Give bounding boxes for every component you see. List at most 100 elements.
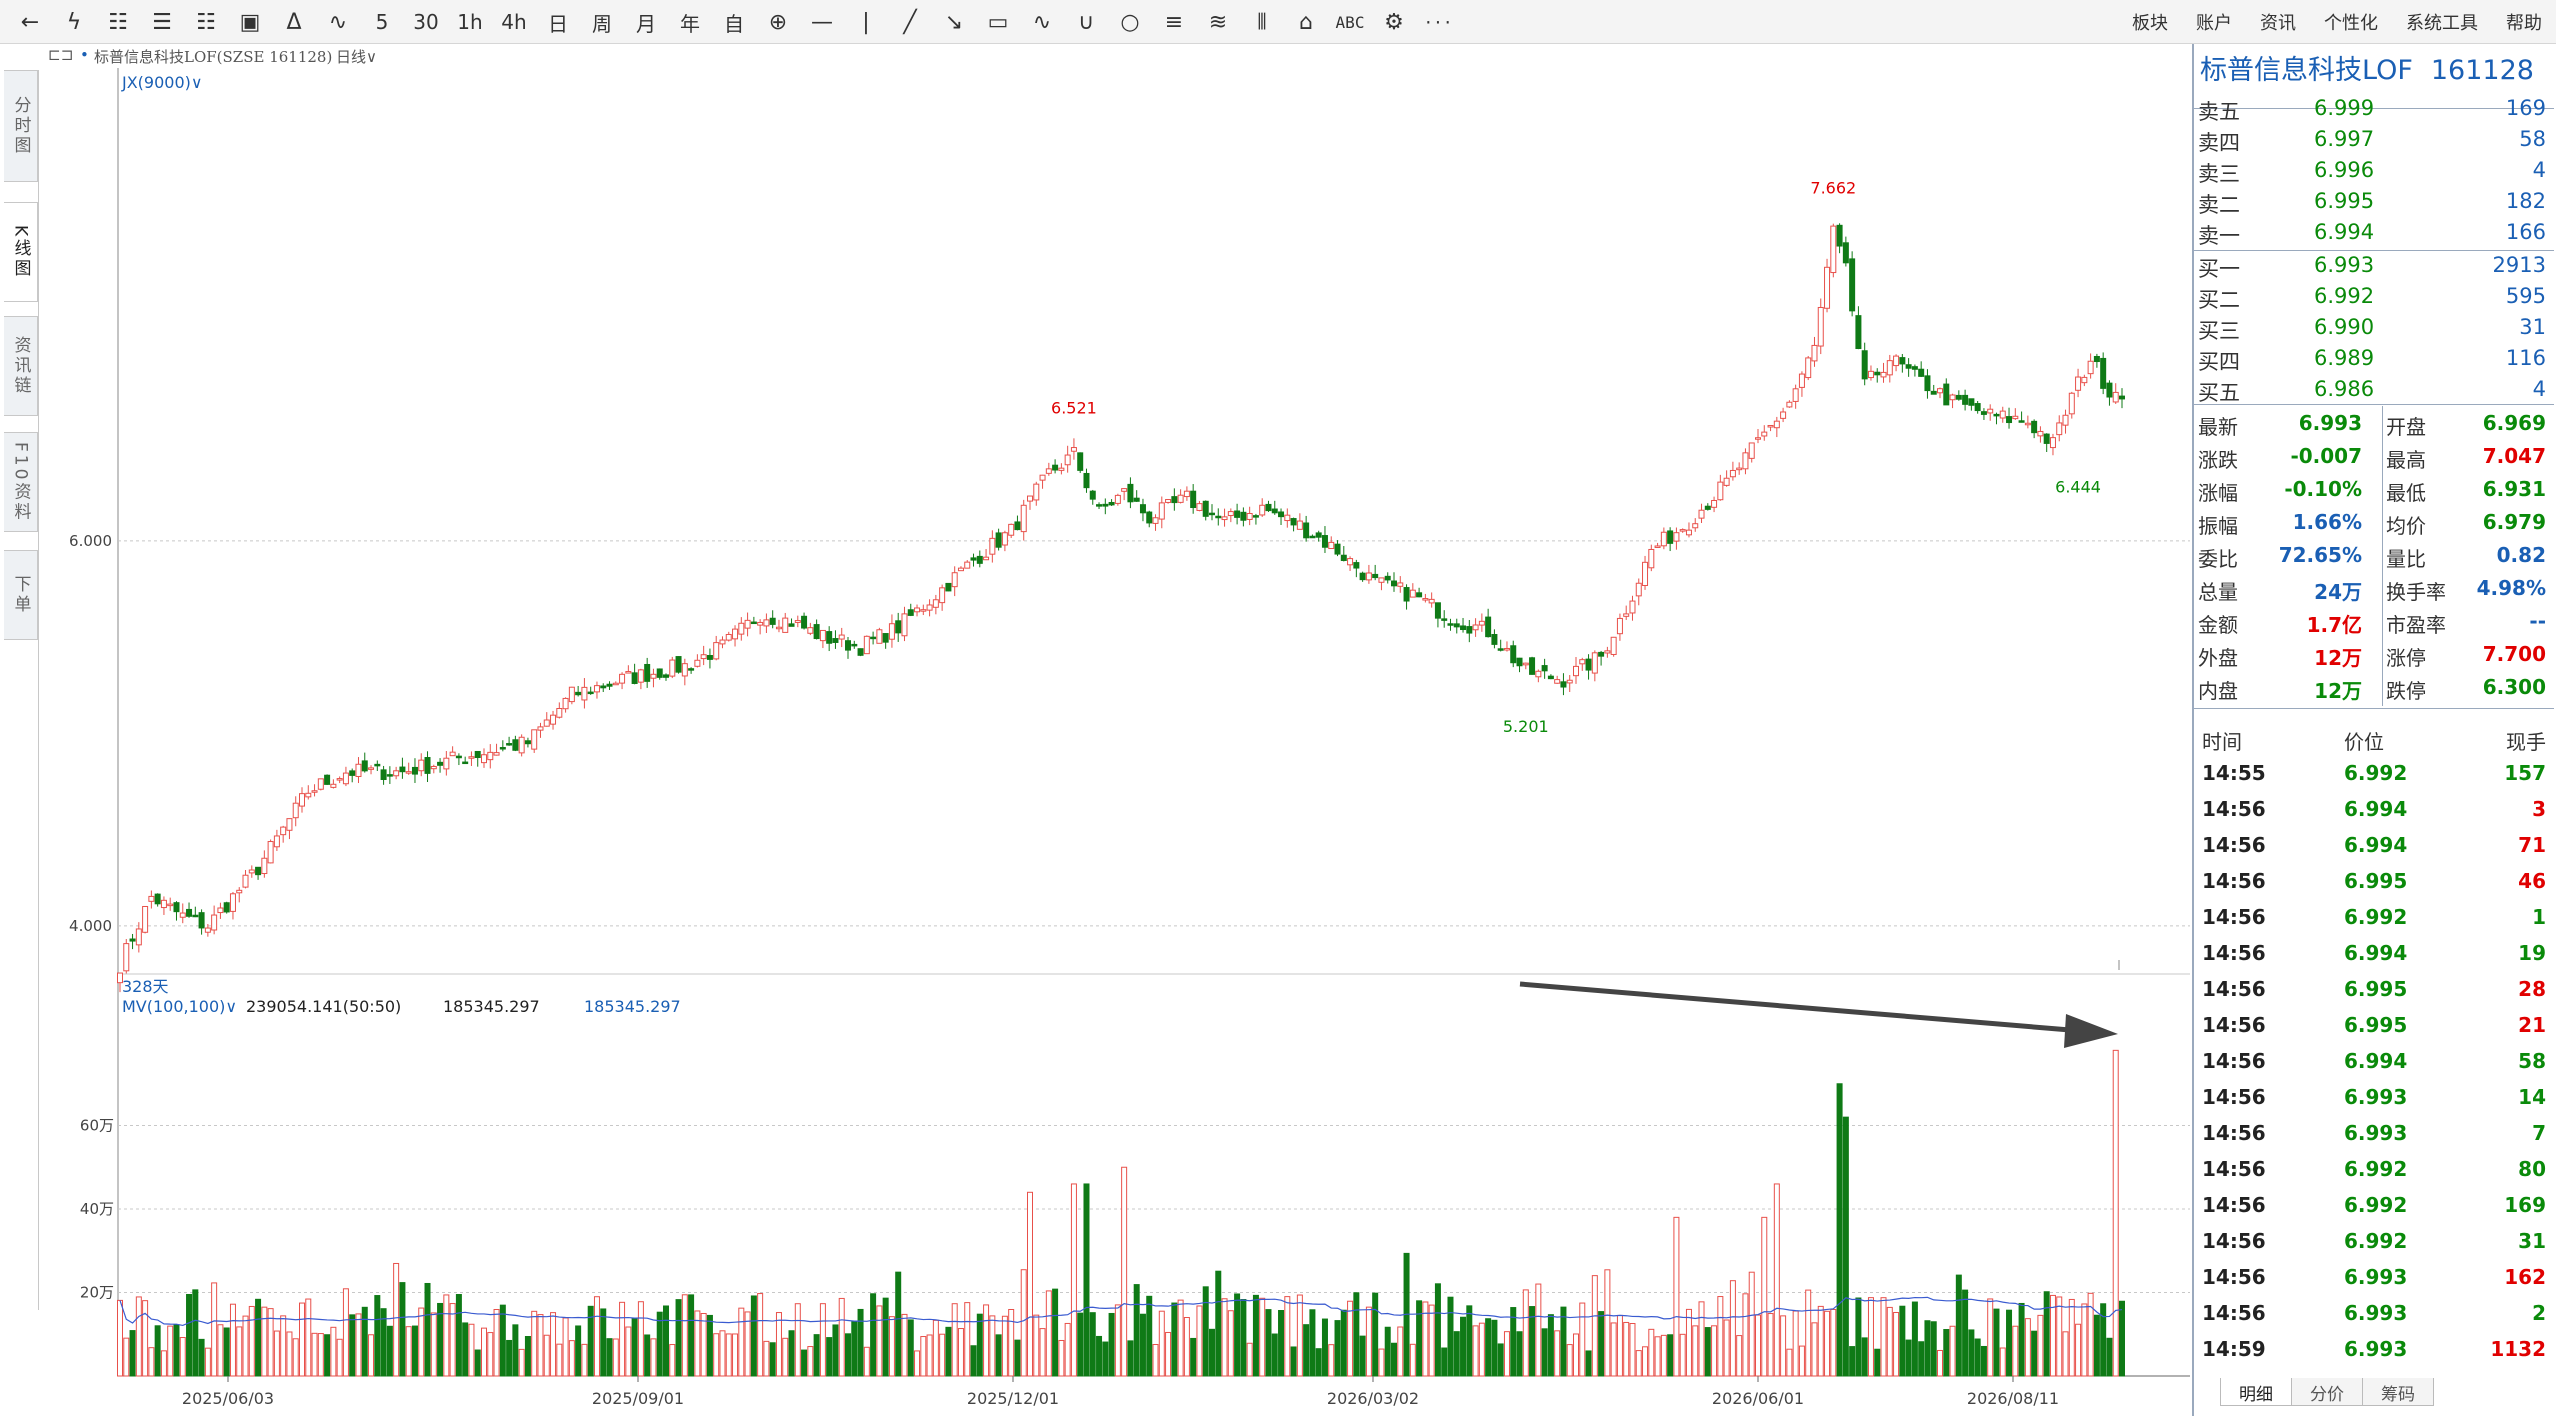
table-icon[interactable]: ▣ (228, 2, 272, 42)
lightning-icon[interactable]: ϟ (52, 2, 96, 42)
hline-tool-icon[interactable]: — (800, 2, 844, 42)
tick-price: 6.992 (2344, 1157, 2408, 1181)
draw-k-icon[interactable]: ☷ (96, 2, 140, 42)
volume-bar (493, 1308, 500, 1377)
side-tab-1[interactable]: K线图 (4, 202, 38, 302)
candle-body (1911, 366, 1918, 370)
volume-bar (2012, 1325, 2019, 1377)
more-icon[interactable]: ··· (1416, 2, 1460, 42)
tick-time: 14:56 (2202, 1013, 2266, 1037)
menu-item-2[interactable]: 资讯 (2246, 9, 2310, 35)
rect-tool-icon[interactable]: ▭ (976, 2, 1020, 42)
side-tab-0[interactable]: 分时图 (4, 70, 38, 182)
candle-body (481, 754, 487, 764)
segment-tool-icon[interactable]: ╱ (888, 2, 932, 42)
panel-tab-1[interactable]: 分价 (2291, 1378, 2363, 1406)
candle-body (1817, 306, 1824, 347)
volume-bar (1547, 1314, 1554, 1377)
tick-price: 6.993 (2344, 1085, 2408, 1109)
menu-item-3[interactable]: 个性化 (2310, 9, 2392, 35)
draw-fx-icon[interactable]: ☰ (140, 2, 184, 42)
candle-body (1416, 592, 1423, 598)
period-button-2[interactable]: 1h (448, 2, 492, 42)
panel-tab-0[interactable]: 明细 (2220, 1378, 2292, 1406)
tick-qty: 162 (2504, 1265, 2546, 1289)
settings-tool-icon[interactable]: ⚙ (1372, 2, 1416, 42)
crosshair-move-icon[interactable]: ⊕ (756, 2, 800, 42)
candle-body (449, 751, 456, 757)
menu-item-1[interactable]: 账户 (2182, 9, 2246, 35)
volume-bar (1139, 1313, 1146, 1377)
trend-icon[interactable]: ∿ (316, 2, 360, 42)
period-button-0[interactable]: 5 (360, 2, 404, 42)
side-tab-4[interactable]: 下单 (4, 550, 38, 640)
tick-header-qty: 现手 (2506, 730, 2546, 754)
wave-tool-icon[interactable]: ∿ (1020, 2, 1064, 42)
menu-item-5[interactable]: 帮助 (2492, 9, 2556, 35)
candle-body (2006, 416, 2013, 424)
chart-area[interactable]: 4.000 6.000 20万 40万 60万 6.521 7.662 5.201 6.444 2… (40, 68, 2190, 1416)
level-label: 买五 (2198, 381, 2240, 405)
menu-item-0[interactable]: 板块 (2118, 9, 2182, 35)
volume-bar (1591, 1275, 1598, 1377)
text-tool-icon[interactable]: ABC (1328, 2, 1372, 42)
house-tool-icon[interactable]: ⌂ (1284, 2, 1328, 42)
period-button-5[interactable]: 周 (580, 2, 624, 42)
period-button-3[interactable]: 4h (492, 2, 536, 42)
main-indicator-label[interactable]: JX(9000)∨ (121, 73, 203, 92)
period-select[interactable]: 日线∨ (336, 46, 377, 67)
volume-bar (876, 1305, 883, 1377)
bell-icon[interactable]: Δ (272, 2, 316, 42)
candle-body (1547, 675, 1554, 680)
candle-body (1685, 529, 1692, 536)
candle-body (1472, 624, 1479, 631)
period-button-4[interactable]: 日 (536, 2, 580, 42)
candle-body (1089, 490, 1096, 500)
stat-row: 涨幅 -0.10% 最低 6.931 (2194, 472, 2554, 505)
circle-tool-icon[interactable]: ○ (1108, 2, 1152, 42)
annotation-arrow-head[interactable] (2064, 1014, 2118, 1048)
volume-bar (1755, 1314, 1761, 1377)
period-button-7[interactable]: 年 (668, 2, 712, 42)
menu-item-4[interactable]: 系统工具 (2392, 9, 2492, 35)
annotation-arrow-line[interactable] (1519, 981, 2071, 1033)
tick-time: 14:56 (2202, 1193, 2266, 1217)
channel-tool-icon[interactable]: ≋ (1196, 2, 1240, 42)
tick-qty: 28 (2518, 977, 2546, 1001)
volume-bar (1039, 1328, 1046, 1377)
side-tab-3[interactable]: F10资料 (4, 432, 38, 532)
arrow-tool-icon[interactable]: ↘ (932, 2, 976, 42)
candle-body (914, 607, 921, 613)
period-button-1[interactable]: 30 (404, 2, 448, 42)
stat-value: -- (2529, 609, 2546, 633)
panel-tab-2[interactable]: 筹码 (2362, 1378, 2434, 1406)
tick-time: 14:56 (2202, 869, 2266, 893)
kline-chart[interactable]: 4.000 6.000 20万 40万 60万 6.521 7.662 5.201 6.444 2… (40, 68, 2190, 1416)
tick-price: 6.992 (2344, 761, 2408, 785)
vline-tool-icon[interactable]: | (844, 2, 888, 42)
volume-bar (418, 1307, 425, 1377)
period-button-6[interactable]: 月 (624, 2, 668, 42)
volume-bar (1359, 1335, 1366, 1377)
volume-indicator-name[interactable]: MV(100,100)∨ (122, 997, 237, 1016)
candle-body (1190, 490, 1197, 509)
candle-body (361, 760, 368, 772)
fib-tool-icon[interactable]: ≡ (1152, 2, 1196, 42)
candle-body (418, 759, 425, 772)
volume-bar (1955, 1274, 1962, 1377)
period-button-8[interactable]: 自 (712, 2, 756, 42)
link-icon[interactable]: ⊏⊐ (48, 46, 73, 64)
candle-body (556, 708, 563, 718)
grid-icon[interactable]: ☷ (184, 2, 228, 42)
volume-bar (411, 1325, 418, 1377)
candle-body (713, 642, 720, 660)
tick-qty: 19 (2518, 941, 2546, 965)
candle-body (738, 622, 745, 635)
bars-tool-icon[interactable]: ⦀ (1240, 2, 1284, 42)
side-tab-2[interactable]: 资讯链 (4, 316, 38, 416)
tick-price: 6.994 (2344, 941, 2408, 965)
candle-body (1554, 679, 1561, 684)
back-icon[interactable]: ← (8, 2, 52, 42)
cup-tool-icon[interactable]: ∪ (1064, 2, 1108, 42)
tick-row: 14:56 6.994 19 (2194, 934, 2554, 970)
